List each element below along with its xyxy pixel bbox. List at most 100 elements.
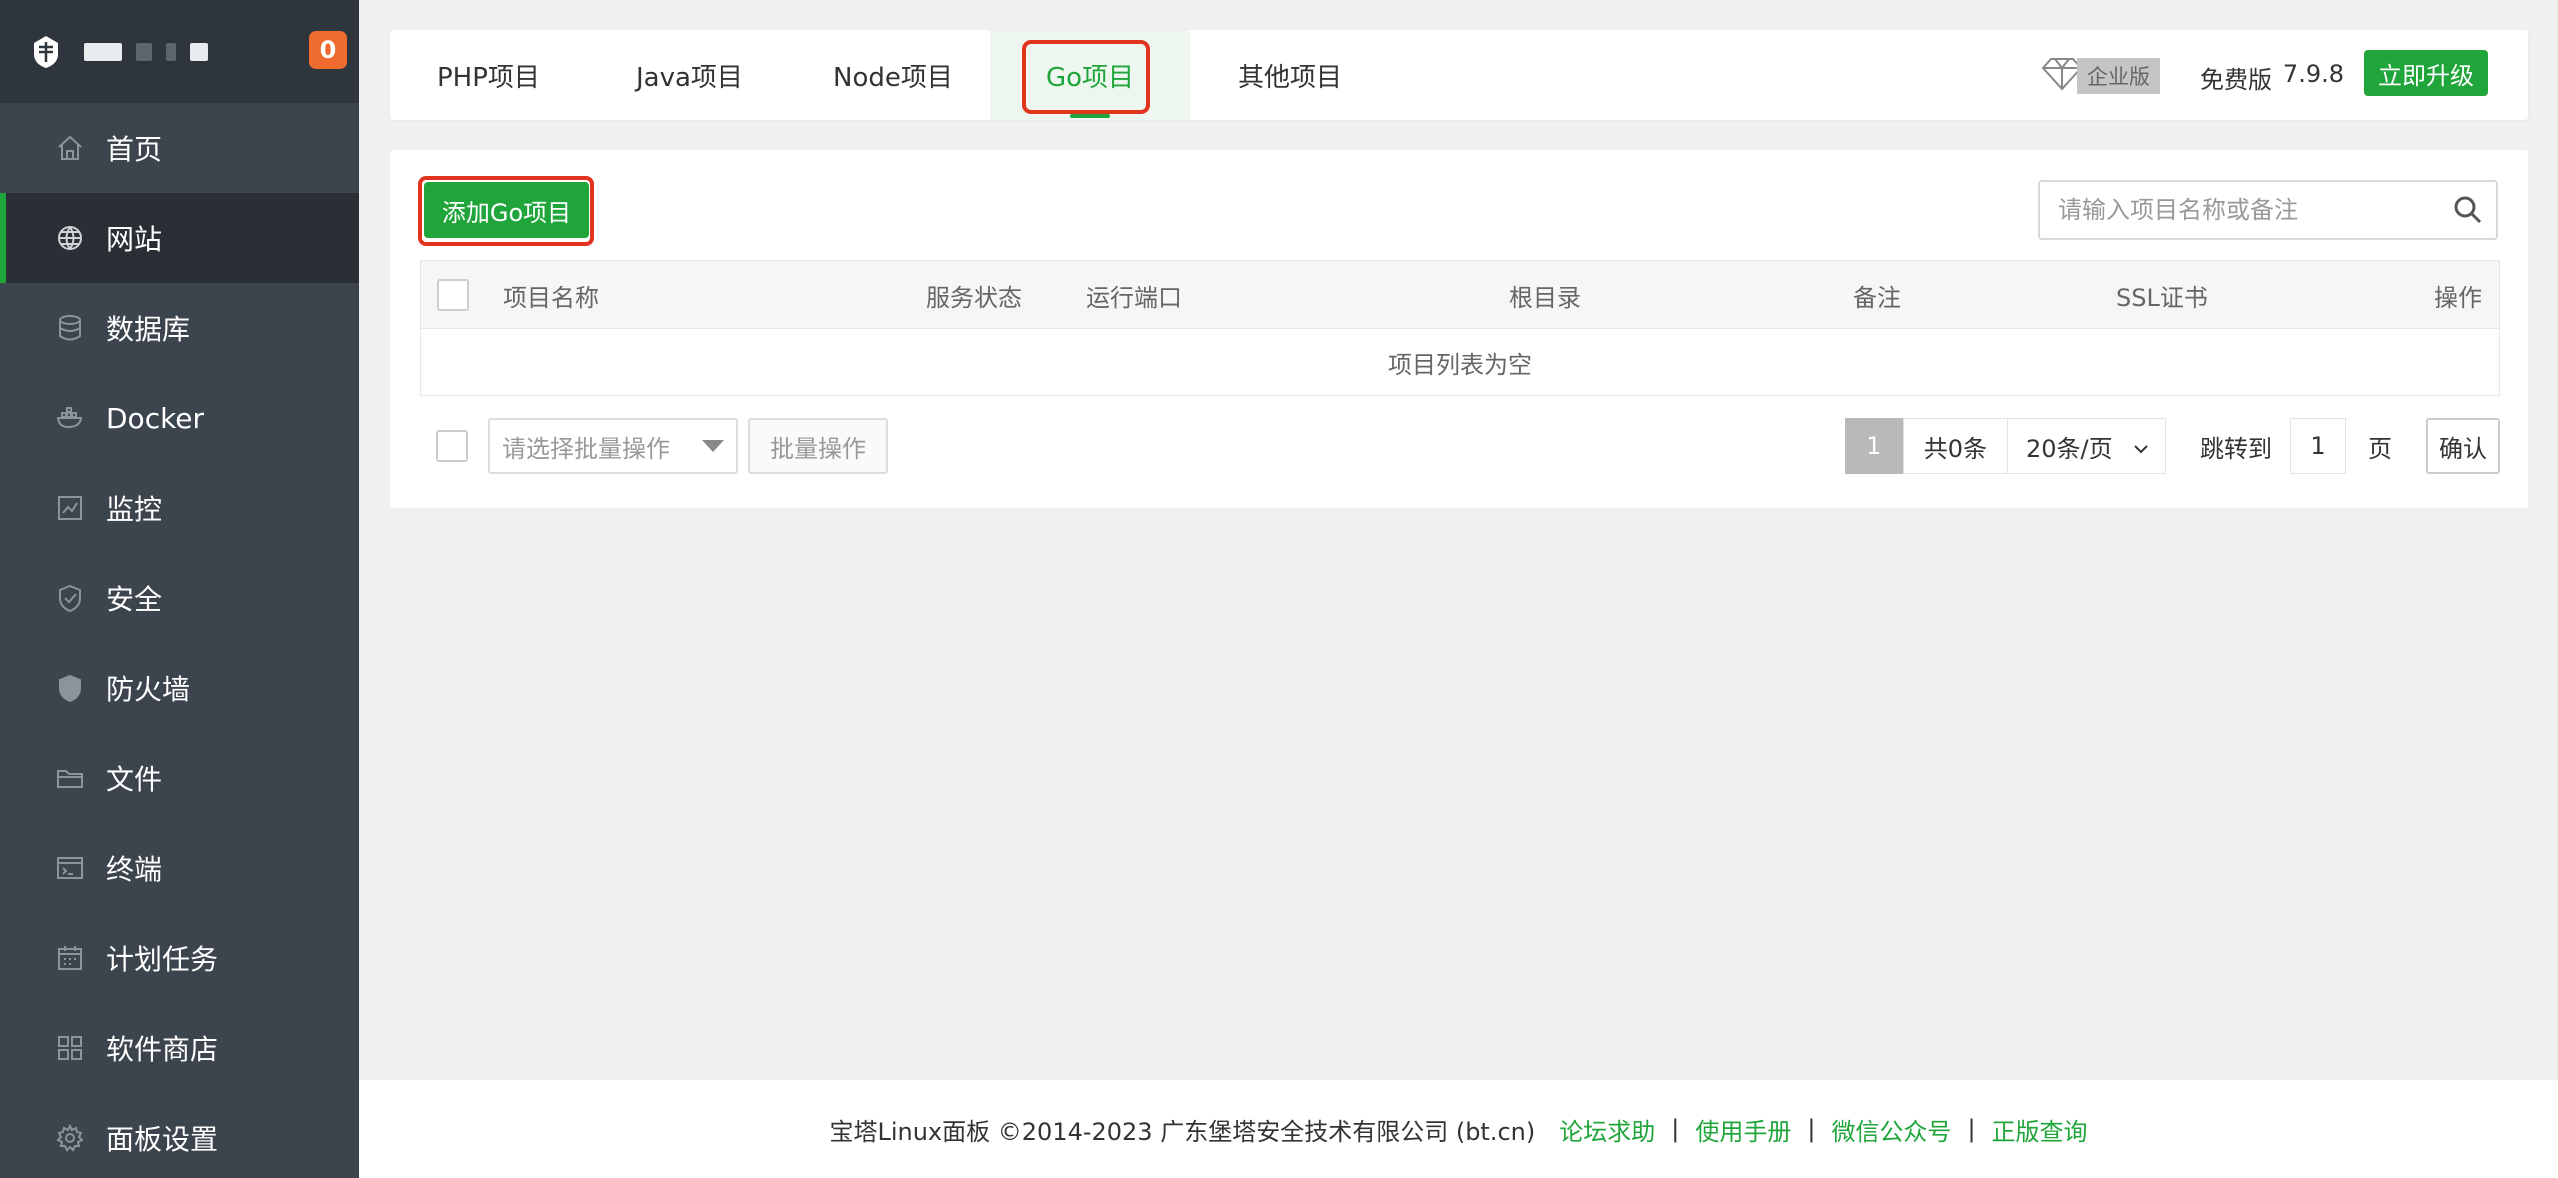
gear-icon	[54, 1122, 86, 1154]
footer-separator: |	[1807, 1115, 1816, 1143]
sidebar-item-terminal[interactable]: 终端	[0, 823, 359, 913]
sidebar-item-website[interactable]: 网站	[0, 193, 359, 283]
project-type-tabs: PHP项目 Java项目 Node项目 Go项目 其他项目 企业版 免费版 7.…	[390, 30, 2528, 120]
sidebar: 0 首页 网站 数据库 Docker 监控 安全 防火墙 文件 终端 计划任务 …	[0, 0, 359, 1178]
batch-action-select[interactable]: 请选择批量操作	[488, 418, 738, 474]
globe-icon	[54, 222, 86, 254]
project-search	[2038, 180, 2498, 240]
sidebar-header: 0	[0, 0, 359, 103]
current-page[interactable]: 1	[1844, 418, 1903, 474]
sidebar-item-label: 终端	[106, 853, 163, 886]
sidebar-menu: 首页 网站 数据库 Docker 监控 安全 防火墙 文件 终端 计划任务 软件…	[0, 103, 359, 1178]
sidebar-item-firewall[interactable]: 防火墙	[0, 643, 359, 733]
chevron-down-icon	[2131, 437, 2151, 465]
project-list-panel: 添加Go项目 项目名称 服务状态 运行端口 根目录 备注 SSL证书 操作 项目…	[390, 150, 2528, 508]
tab-label: 其他项目	[1238, 62, 1343, 93]
batch-select-placeholder: 请选择批量操作	[502, 434, 670, 463]
home-icon	[54, 132, 86, 164]
col-root-dir: 根目录	[1509, 283, 1581, 312]
footer-separator: |	[1671, 1115, 1680, 1143]
sidebar-item-label: 首页	[106, 133, 163, 166]
batch-action-button[interactable]: 批量操作	[748, 418, 888, 474]
sidebar-item-label: 数据库	[106, 313, 191, 346]
sidebar-item-label: Docker	[106, 401, 205, 435]
sidebar-item-home[interactable]: 首页	[0, 103, 359, 193]
forum-help-link[interactable]: 论坛求助	[1559, 1112, 1655, 1147]
col-service-status: 服务状态	[926, 283, 1022, 312]
tab-label: Java项目	[636, 62, 743, 93]
batch-select-checkbox[interactable]	[436, 430, 468, 462]
enterprise-badge[interactable]: 企业版	[2041, 56, 2160, 96]
sidebar-item-database[interactable]: 数据库	[0, 283, 359, 373]
sidebar-item-security[interactable]: 安全	[0, 553, 359, 643]
empty-table-message: 项目列表为空	[1388, 350, 1532, 379]
firewall-icon	[54, 672, 86, 704]
table-footer: 请选择批量操作 批量操作 1 共0条 20条/页 跳转到 1 页 确认	[420, 418, 2500, 474]
tab-label: PHP项目	[437, 62, 540, 93]
jump-page-input[interactable]: 1	[2290, 418, 2346, 474]
docker-icon	[54, 402, 86, 434]
server-name-redacted	[84, 42, 208, 61]
page-unit-label: 页	[2368, 434, 2392, 463]
sidebar-item-settings[interactable]: 面板设置	[0, 1093, 359, 1178]
col-project-name[interactable]: 项目名称	[503, 261, 599, 329]
tab-label: Go项目	[1045, 62, 1135, 93]
shield-check-icon	[54, 582, 86, 614]
sidebar-item-label: 文件	[106, 763, 163, 796]
sidebar-item-docker[interactable]: Docker	[0, 373, 359, 463]
sidebar-item-label: 监控	[106, 493, 163, 526]
dropdown-arrow-icon	[702, 440, 724, 452]
upgrade-button[interactable]: 立即升级	[2364, 50, 2488, 96]
col-remark: 备注	[1853, 283, 1901, 312]
col-port: 运行端口	[1086, 283, 1182, 312]
enterprise-label: 企业版	[2077, 58, 2160, 94]
sidebar-item-files[interactable]: 文件	[0, 733, 359, 823]
sidebar-item-label: 网站	[106, 223, 163, 256]
license-check-link[interactable]: 正版查询	[1992, 1112, 2088, 1147]
notification-badge[interactable]: 0	[309, 31, 347, 69]
tab-go[interactable]: Go项目	[990, 30, 1190, 120]
table-header: 项目名称 服务状态 运行端口 根目录 备注 SSL证书 操作	[421, 261, 2499, 329]
sidebar-item-label: 面板设置	[106, 1123, 219, 1156]
page-size-value: 20条/页	[2026, 434, 2113, 463]
sidebar-item-label: 软件商店	[106, 1033, 219, 1066]
tab-php[interactable]: PHP项目	[437, 30, 540, 120]
sidebar-item-monitor[interactable]: 监控	[0, 463, 359, 553]
jump-confirm-button[interactable]: 确认	[2426, 418, 2500, 474]
pagination: 1 共0条 20条/页 跳转到 1 页 确认	[1844, 418, 2500, 474]
sidebar-item-cron[interactable]: 计划任务	[0, 913, 359, 1003]
terminal-icon	[54, 852, 86, 884]
search-input[interactable]	[2040, 182, 2440, 238]
footer-separator: |	[1967, 1115, 1976, 1143]
jump-to-label: 跳转到	[2200, 434, 2272, 463]
monitor-icon	[54, 492, 86, 524]
col-ssl: SSL证书	[2116, 283, 2208, 312]
database-icon	[54, 312, 86, 344]
free-edition-label: 免费版	[2200, 66, 2272, 94]
sidebar-item-store[interactable]: 软件商店	[0, 1003, 359, 1093]
folder-icon	[54, 762, 86, 794]
search-icon[interactable]	[2440, 182, 2496, 238]
sidebar-item-label: 计划任务	[106, 943, 219, 976]
tab-java[interactable]: Java项目	[636, 30, 743, 120]
page-footer: 宝塔Linux面板 ©2014-2023 广东堡塔安全技术有限公司 (bt.cn…	[359, 1080, 2558, 1178]
sidebar-item-label: 安全	[106, 583, 163, 616]
tab-other[interactable]: 其他项目	[1238, 30, 1342, 120]
tab-label: Node项目	[833, 62, 953, 93]
wechat-account-link[interactable]: 微信公众号	[1831, 1112, 1951, 1147]
project-table: 项目名称 服务状态 运行端口 根目录 备注 SSL证书 操作 项目列表为空	[420, 260, 2500, 396]
bt-logo-icon	[30, 33, 62, 71]
col-actions: 操作	[2434, 283, 2482, 312]
sidebar-item-label: 防火墙	[106, 673, 191, 706]
page-size-select[interactable]: 20条/页	[2008, 418, 2166, 474]
user-manual-link[interactable]: 使用手册	[1695, 1112, 1791, 1147]
copyright-text: 宝塔Linux面板 ©2014-2023 广东堡塔安全技术有限公司 (bt.cn…	[829, 1117, 1536, 1146]
total-count: 共0条	[1902, 418, 2008, 474]
apps-icon	[54, 1032, 86, 1064]
active-tab-indicator	[1070, 114, 1110, 118]
tab-node[interactable]: Node项目	[833, 30, 953, 120]
add-go-project-button[interactable]: 添加Go项目	[424, 182, 589, 238]
panel-version: 7.9.8	[2282, 60, 2344, 88]
calendar-icon	[54, 942, 86, 974]
select-all-checkbox[interactable]	[437, 279, 469, 311]
